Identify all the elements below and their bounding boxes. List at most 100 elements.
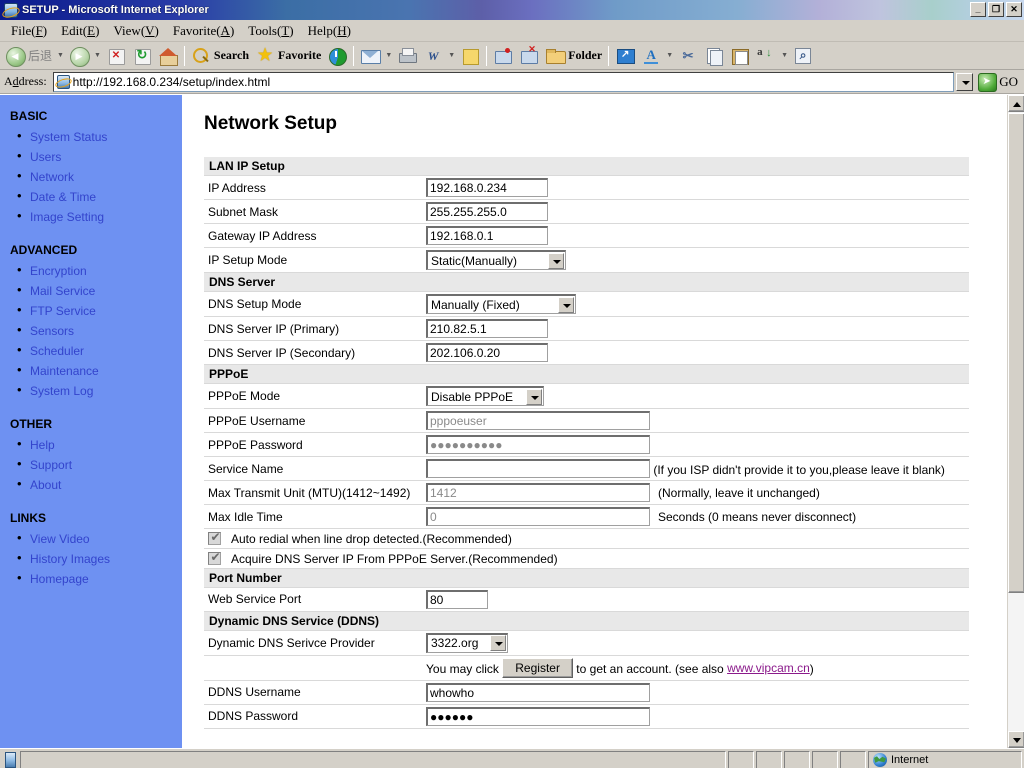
address-field[interactable]	[52, 71, 955, 92]
forward-dropdown-icon[interactable]: ▼	[92, 45, 103, 67]
copy-icon	[704, 46, 724, 66]
messenger-button[interactable]	[490, 44, 516, 68]
back-dropdown-icon[interactable]: ▼	[55, 45, 66, 67]
stop-button[interactable]	[103, 44, 129, 68]
vertical-scrollbar[interactable]	[1007, 95, 1024, 748]
sidebar-item-ftp-service[interactable]: FTP Service	[30, 304, 96, 318]
copy-button[interactable]	[701, 44, 727, 68]
history-button[interactable]	[324, 44, 350, 68]
forward-button[interactable]	[66, 44, 92, 68]
scrollbar-thumb[interactable]	[1008, 113, 1024, 593]
notes-button[interactable]	[457, 44, 483, 68]
scroll-down-button[interactable]	[1008, 731, 1024, 748]
section-title-ddns: Dynamic DNS Service (DDNS)	[204, 611, 969, 631]
menu-help[interactable]: Help(H)	[301, 21, 358, 41]
auto-redial-checkbox[interactable]	[208, 530, 222, 546]
sort-button[interactable]	[753, 44, 779, 68]
font-button[interactable]	[638, 44, 664, 68]
field-ddns-register: You may click Register to get an account…	[422, 655, 969, 681]
sidebar-item-history-images[interactable]: History Images	[30, 552, 110, 566]
ip-setup-mode-value: Static(Manually)	[431, 253, 518, 268]
vipcam-link[interactable]: www.vipcam.cn	[727, 661, 810, 675]
address-input[interactable]	[72, 74, 953, 89]
web-service-port-input[interactable]	[426, 589, 488, 609]
field-dns-setup-mode: Manually (Fixed)	[422, 291, 654, 317]
refresh-button[interactable]	[129, 44, 155, 68]
ddns-password-input[interactable]	[426, 706, 650, 726]
row-mtu: Max Transmit Unit (MTU)(1412~1492) (Norm…	[204, 480, 969, 505]
pppoe-username-input[interactable]	[426, 411, 650, 430]
sidebar-item-network[interactable]: Network	[30, 170, 74, 184]
favorites-button[interactable]: Favorite	[252, 44, 324, 68]
sidebar-item-mail-service[interactable]: Mail Service	[30, 284, 95, 298]
gateway-input[interactable]	[426, 226, 548, 245]
address-dropdown-icon[interactable]	[956, 72, 974, 91]
section-header-pppoe: PPPoE	[204, 364, 969, 384]
dns-secondary-input[interactable]	[426, 343, 548, 362]
menu-favorite[interactable]: Favorite(A)	[166, 21, 241, 41]
messenger-close-button[interactable]	[516, 44, 542, 68]
hint-dns-setup-mode	[654, 291, 969, 317]
sidebar-item-image-setting[interactable]: Image Setting	[30, 210, 104, 224]
sidebar-item-system-log[interactable]: System Log	[30, 384, 93, 398]
folder-button[interactable]: Folder	[542, 44, 605, 68]
sidebar-item-sensors[interactable]: Sensors	[30, 324, 74, 338]
sidebar-item-encryption[interactable]: Encryption	[30, 264, 87, 278]
mail-button[interactable]	[357, 44, 383, 68]
edit-word-button[interactable]	[420, 44, 446, 68]
sidebar-item-users[interactable]: Users	[30, 150, 61, 164]
back-button[interactable]: 后退	[2, 44, 55, 68]
menu-tools[interactable]: Tools(T)	[241, 21, 300, 41]
sidebar-item-help[interactable]: Help	[30, 438, 55, 452]
minimize-button[interactable]: _	[970, 2, 986, 17]
search-button[interactable]: Search	[188, 44, 252, 68]
ddns-username-input[interactable]	[426, 682, 650, 702]
sidebar-item-maintenance[interactable]: Maintenance	[30, 364, 99, 378]
cut-button[interactable]	[675, 44, 701, 68]
subnet-mask-input[interactable]	[426, 202, 548, 221]
sidebar-item-homepage[interactable]: Homepage	[30, 572, 89, 586]
list-item: Encryption	[17, 262, 181, 279]
sort-dropdown-icon[interactable]: ▼	[779, 45, 790, 67]
zoom-button[interactable]	[790, 44, 816, 68]
font-dropdown-icon[interactable]: ▼	[664, 45, 675, 67]
scroll-up-button[interactable]	[1008, 95, 1024, 112]
messenger-close-icon	[519, 44, 539, 66]
maximize-button[interactable]: ❒	[988, 2, 1004, 17]
menu-edit[interactable]: Edit(E)	[54, 21, 106, 41]
sidebar-heading-basic: BASIC	[10, 109, 48, 123]
go-button[interactable]: GO	[975, 72, 1022, 92]
field-web-service-port	[422, 587, 654, 612]
ip-address-input[interactable]	[426, 178, 548, 197]
edit-dropdown-icon[interactable]: ▼	[446, 45, 457, 67]
ddns-provider-select[interactable]: 3322.org	[426, 632, 508, 653]
label-ddns-username: DDNS Username	[204, 680, 422, 705]
service-name-input[interactable]	[426, 459, 650, 478]
max-idle-time-input[interactable]	[426, 507, 650, 526]
register-button[interactable]: Register	[502, 657, 573, 678]
home-button[interactable]	[155, 44, 181, 68]
acquire-dns-checkbox[interactable]	[208, 550, 222, 566]
sidebar-item-about[interactable]: About	[30, 478, 61, 492]
close-button[interactable]: ✕	[1006, 2, 1022, 17]
ip-setup-mode-select[interactable]: Static(Manually)	[426, 250, 566, 270]
sidebar-item-support[interactable]: Support	[30, 458, 72, 472]
menu-file[interactable]: File(F)	[4, 21, 54, 41]
pppoe-mode-select[interactable]: Disable PPPoE	[426, 386, 544, 406]
label-dns-secondary: DNS Server IP (Secondary)	[204, 340, 422, 365]
sidebar-item-system-status[interactable]: System Status	[30, 130, 107, 144]
pppoe-password-input[interactable]	[426, 435, 650, 454]
sidebar-item-scheduler[interactable]: Scheduler	[30, 344, 84, 358]
fullscreen-button[interactable]	[612, 44, 638, 68]
dns-primary-input[interactable]	[426, 319, 548, 338]
sidebar-item-date-time[interactable]: Date & Time	[30, 190, 96, 204]
back-label: 后退	[28, 49, 53, 63]
mtu-input[interactable]	[426, 483, 650, 502]
print-button[interactable]	[394, 44, 420, 68]
dns-setup-mode-select[interactable]: Manually (Fixed)	[426, 294, 576, 314]
menu-view[interactable]: View(V)	[106, 21, 165, 41]
paste-button[interactable]	[727, 44, 753, 68]
mail-dropdown-icon[interactable]: ▼	[383, 45, 394, 67]
sidebar-item-view-video[interactable]: View Video	[30, 532, 90, 546]
label-ip-setup-mode: IP Setup Mode	[204, 247, 422, 273]
